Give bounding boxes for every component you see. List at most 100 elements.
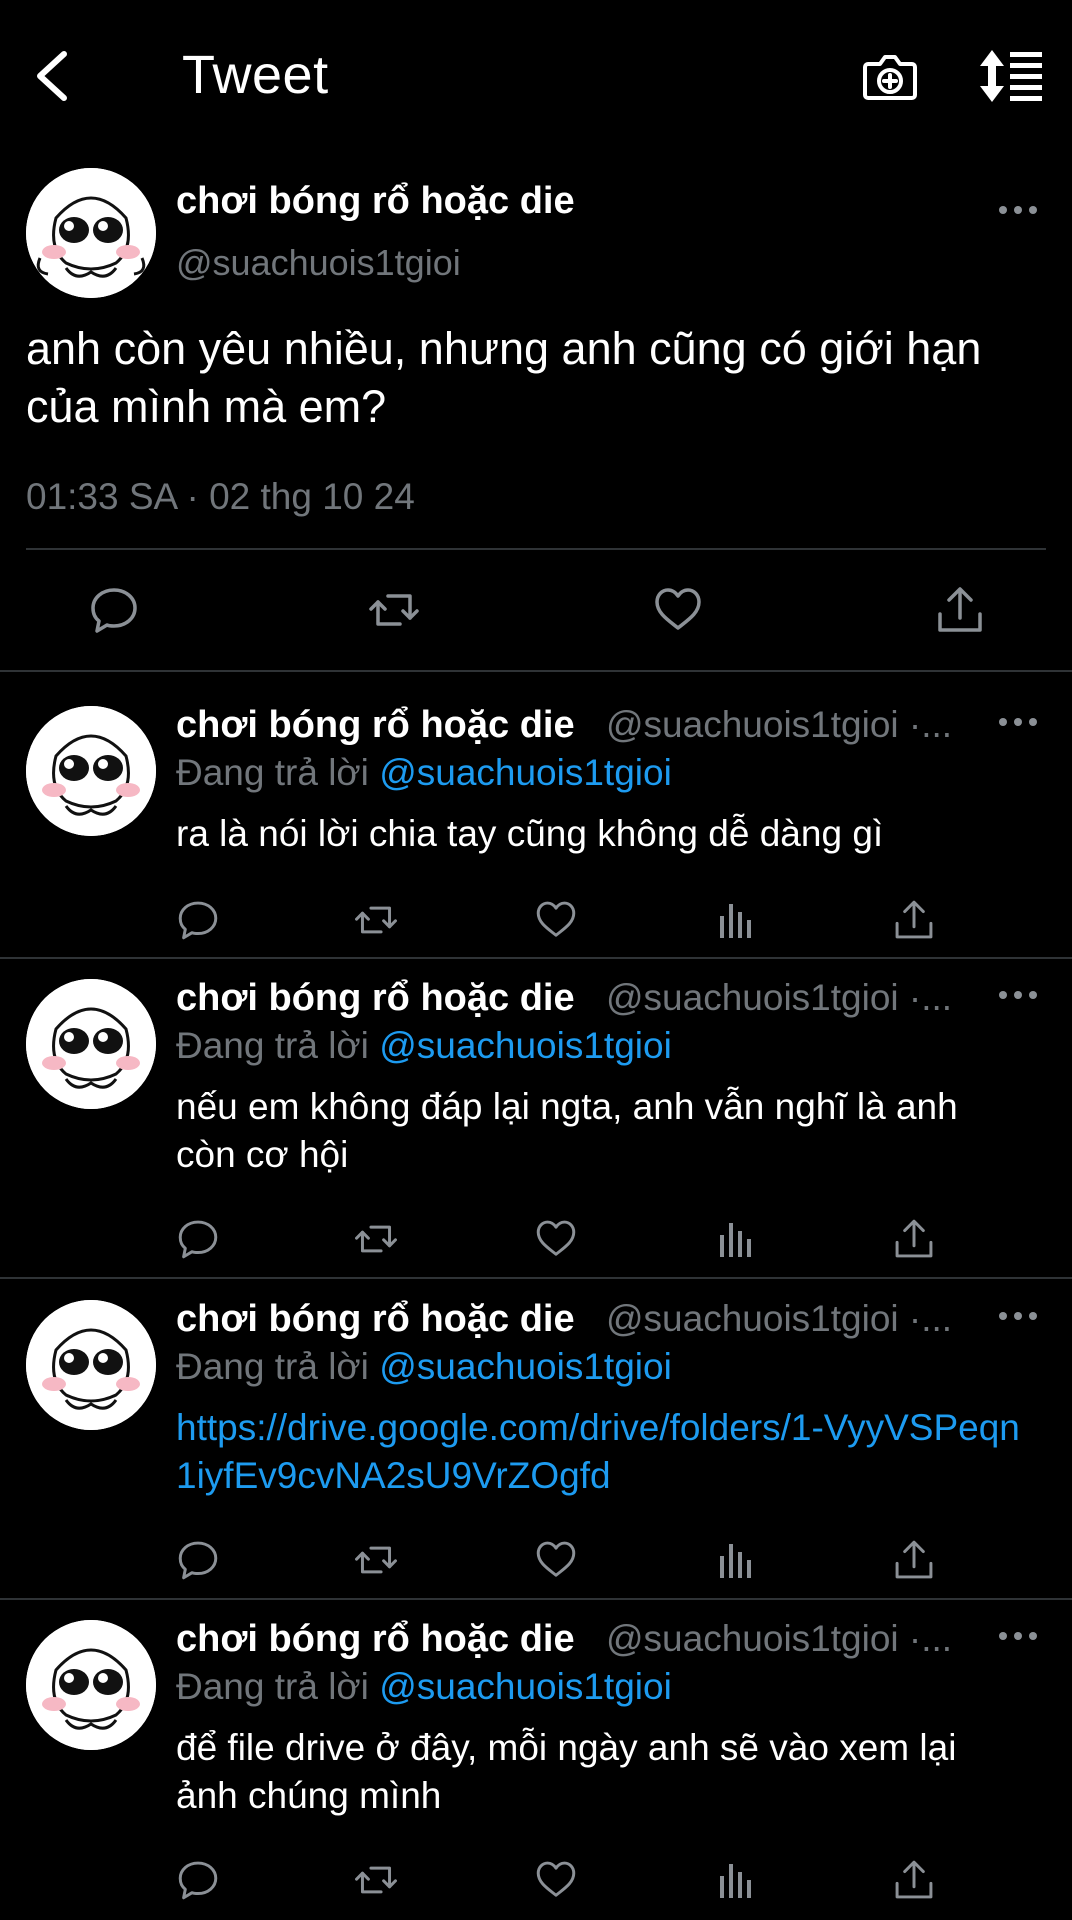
bar-chart-icon xyxy=(720,1544,751,1578)
mention-link[interactable]: @suachuois1tgioi xyxy=(379,1346,672,1387)
more-horizontal-icon xyxy=(999,1312,1037,1320)
views-button[interactable] xyxy=(714,1858,758,1902)
avatar-image xyxy=(26,706,156,836)
author-handle[interactable]: @suachuois1tgioi ·... xyxy=(606,1618,982,1660)
heart-icon xyxy=(536,1861,576,1897)
retweet-icon xyxy=(355,1225,397,1253)
reply-button[interactable] xyxy=(176,1217,220,1261)
main-tweet: chơi bóng rổ hoặc die @suachuois1tgioi a… xyxy=(0,150,1072,670)
replying-to-line: Đang trả lời @suachuois1tgioi xyxy=(176,752,672,794)
share-button[interactable] xyxy=(892,1538,936,1582)
avatar[interactable] xyxy=(26,1300,156,1430)
author-name[interactable]: chơi bóng rổ hoặc die xyxy=(176,704,575,747)
mention-link[interactable]: @suachuois1tgioi xyxy=(379,1666,672,1707)
avatar[interactable] xyxy=(26,168,156,298)
like-button[interactable] xyxy=(652,584,704,636)
more-options-button[interactable] xyxy=(996,200,1040,220)
author-name[interactable]: chơi bóng rổ hoặc die xyxy=(176,180,575,223)
tweet-text: ra là nói lời chia tay cũng không dễ dàn… xyxy=(176,813,884,854)
like-button[interactable] xyxy=(534,1538,578,1582)
replying-to-label: Đang trả lời xyxy=(176,1025,369,1066)
reply-tweet[interactable]: chơi bóng rổ hoặc die @suachuois1tgioi ·… xyxy=(0,1266,1072,1596)
retweet-icon xyxy=(355,906,397,934)
share-button[interactable] xyxy=(892,1858,936,1902)
views-button[interactable] xyxy=(714,1217,758,1261)
mention-link[interactable]: @suachuois1tgioi xyxy=(379,1025,672,1066)
more-options-button[interactable] xyxy=(996,1306,1040,1326)
retweet-icon xyxy=(369,594,419,626)
author-handle[interactable]: @suachuois1tgioi ·... xyxy=(606,1298,982,1340)
like-button[interactable] xyxy=(534,898,578,942)
drive-link[interactable]: https://drive.google.com/drive/folders/1… xyxy=(176,1404,1026,1500)
more-horizontal-icon xyxy=(999,1632,1037,1640)
reply-button[interactable] xyxy=(176,1538,220,1582)
replying-to-label: Đang trả lời xyxy=(176,752,369,793)
page-title: Tweet xyxy=(182,45,329,105)
reply-button[interactable] xyxy=(176,1858,220,1902)
reply-button[interactable] xyxy=(88,584,140,636)
sort-list-icon xyxy=(980,50,1042,102)
share-icon xyxy=(895,1540,933,1579)
avatar[interactable] xyxy=(26,706,156,836)
avatar-image xyxy=(26,979,156,1109)
tweet-timestamp: 01:33 SA · 02 thg 10 24 xyxy=(26,476,415,517)
author-name[interactable]: chơi bóng rổ hoặc die xyxy=(176,1618,575,1661)
more-horizontal-icon xyxy=(999,991,1037,999)
camera-button[interactable] xyxy=(862,50,918,102)
author-handle[interactable]: @suachuois1tgioi ·... xyxy=(606,704,982,746)
share-button[interactable] xyxy=(892,898,936,942)
camera-plus-icon xyxy=(863,55,917,100)
bar-chart-icon xyxy=(720,1864,751,1898)
like-button[interactable] xyxy=(534,1858,578,1902)
reply-icon xyxy=(178,1220,218,1259)
share-icon xyxy=(938,587,982,632)
tweet-text: anh còn yêu nhiều, nhưng anh cũng có giớ… xyxy=(26,323,982,432)
mention-link[interactable]: @suachuois1tgioi xyxy=(379,752,672,793)
share-icon xyxy=(895,1860,933,1899)
tweet-text: nếu em không đáp lại ngta, anh vẫn nghĩ … xyxy=(176,1086,958,1175)
retweet-button[interactable] xyxy=(354,1217,398,1261)
author-name[interactable]: chơi bóng rổ hoặc die xyxy=(176,1298,575,1341)
retweet-icon xyxy=(355,1546,397,1574)
heart-icon xyxy=(536,1541,576,1577)
share-button[interactable] xyxy=(892,1217,936,1261)
tweet-actions xyxy=(0,550,1072,670)
retweet-button[interactable] xyxy=(354,898,398,942)
replying-to-line: Đang trả lời @suachuois1tgioi xyxy=(176,1346,672,1388)
views-button[interactable] xyxy=(714,1538,758,1582)
author-handle[interactable]: @suachuois1tgioi xyxy=(176,242,461,284)
retweet-button[interactable] xyxy=(368,584,420,636)
reply-tweet[interactable]: chơi bóng rổ hoặc die @suachuois1tgioi ·… xyxy=(0,945,1072,1275)
avatar[interactable] xyxy=(26,1620,156,1750)
author-handle[interactable]: @suachuois1tgioi ·... xyxy=(606,977,982,1019)
reply-icon xyxy=(91,588,137,633)
reply-button[interactable] xyxy=(176,898,220,942)
views-button[interactable] xyxy=(714,898,758,942)
more-horizontal-icon xyxy=(999,718,1037,726)
reply-icon xyxy=(178,1541,218,1580)
share-icon xyxy=(895,1219,933,1258)
reply-tweet[interactable]: chơi bóng rổ hoặc die @suachuois1tgioi ·… xyxy=(0,1586,1072,1920)
top-bar: Tweet xyxy=(0,0,1072,150)
heart-icon xyxy=(536,901,576,937)
tweet-text: để file drive ở đây, mỗi ngày anh sẽ vào… xyxy=(176,1727,957,1816)
share-button[interactable] xyxy=(934,584,986,636)
back-button[interactable] xyxy=(30,48,80,104)
more-horizontal-icon xyxy=(999,206,1037,214)
more-options-button[interactable] xyxy=(996,985,1040,1005)
retweet-button[interactable] xyxy=(354,1858,398,1902)
like-button[interactable] xyxy=(534,1217,578,1261)
avatar[interactable] xyxy=(26,979,156,1109)
more-options-button[interactable] xyxy=(996,712,1040,732)
replying-to-line: Đang trả lời @suachuois1tgioi xyxy=(176,1025,672,1067)
tweet-actions xyxy=(0,1858,1072,1918)
avatar-image xyxy=(26,168,156,298)
sort-button[interactable] xyxy=(978,48,1044,104)
heart-icon xyxy=(655,588,701,630)
reply-icon xyxy=(178,901,218,940)
heart-icon xyxy=(536,1220,576,1256)
retweet-button[interactable] xyxy=(354,1538,398,1582)
more-options-button[interactable] xyxy=(996,1626,1040,1646)
author-name[interactable]: chơi bóng rổ hoặc die xyxy=(176,977,575,1020)
reply-tweet[interactable]: chơi bóng rổ hoặc die @suachuois1tgioi ·… xyxy=(0,672,1072,957)
